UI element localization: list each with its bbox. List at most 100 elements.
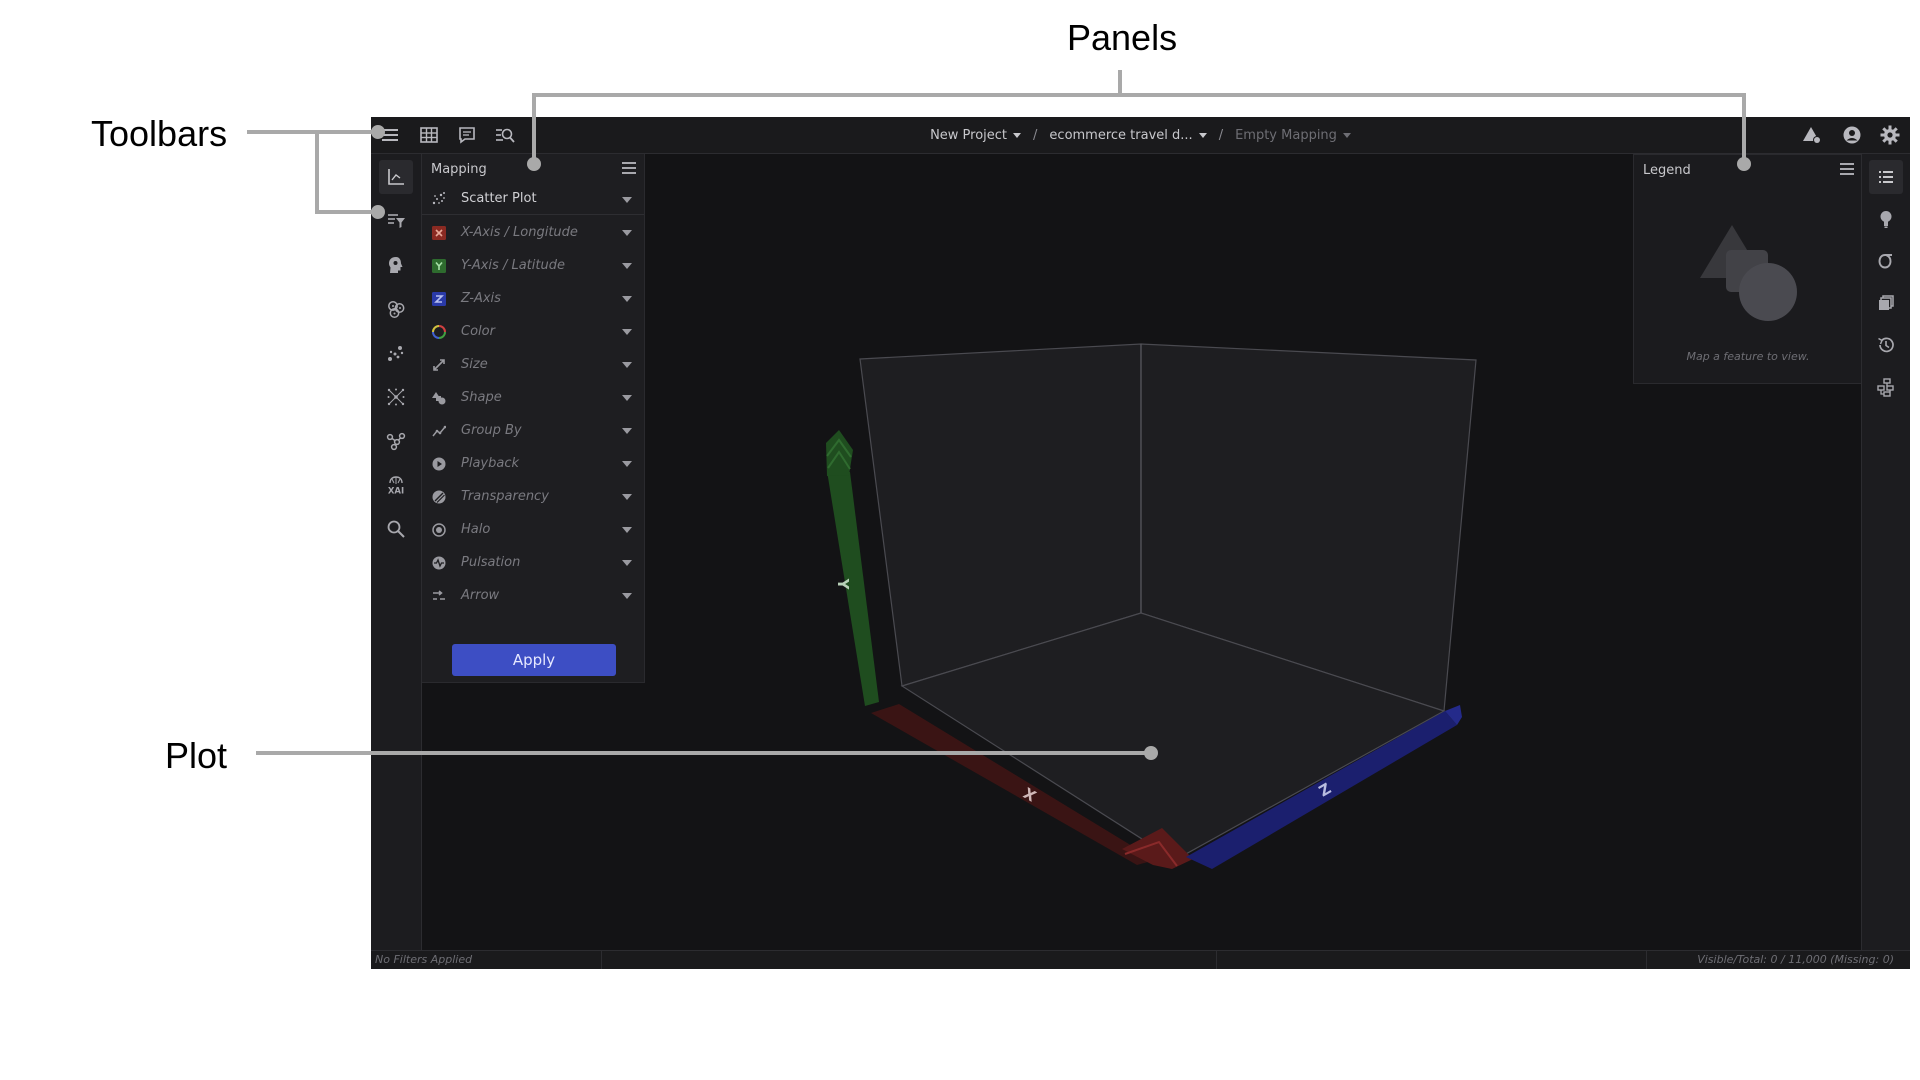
chevron-down-icon bbox=[622, 230, 632, 236]
mapping-row-y-axis[interactable]: Y-Axis / Latitude bbox=[422, 249, 644, 282]
mapping-row-x-axis[interactable]: X-Axis / Longitude bbox=[422, 216, 644, 249]
shapes-alert-icon[interactable] bbox=[1802, 125, 1822, 145]
mapping-row-transparency[interactable]: Transparency bbox=[422, 480, 644, 513]
mapping-selector[interactable]: Empty Mapping bbox=[1235, 128, 1351, 143]
chevron-down-icon bbox=[1342, 132, 1351, 138]
mapping-row-label: Arrow bbox=[461, 588, 500, 603]
mapping-row-label: Pulsation bbox=[461, 555, 521, 570]
ai-assistant-button[interactable] bbox=[379, 248, 413, 282]
project-selector[interactable]: New Project bbox=[930, 127, 1022, 143]
mapping-row-halo[interactable]: Halo bbox=[422, 513, 644, 546]
mapping-row-label: Color bbox=[461, 324, 495, 339]
mapping-panel: Mapping Scatter Plot X-Axis / Longitude … bbox=[422, 154, 645, 683]
project-name: New Project bbox=[930, 127, 1008, 143]
chevron-down-icon bbox=[622, 197, 632, 203]
mapping-row-pulsation[interactable]: Pulsation bbox=[422, 546, 644, 579]
graph-button[interactable] bbox=[379, 424, 413, 458]
mapping-row-z-axis[interactable]: Z-Axis bbox=[422, 282, 644, 315]
resize-icon bbox=[433, 359, 445, 371]
transparency-icon bbox=[432, 490, 446, 504]
legend-panel: Legend Map a feature to view. bbox=[1633, 154, 1863, 384]
history-icon bbox=[1878, 337, 1894, 353]
mapping-row-color[interactable]: Color bbox=[422, 315, 644, 348]
chevron-down-icon bbox=[622, 296, 632, 302]
chevron-down-icon bbox=[622, 527, 632, 533]
insight-bulb-icon bbox=[1880, 211, 1892, 228]
mapping-row-label: Z-Axis bbox=[461, 291, 501, 306]
svg-text:XAI: XAI bbox=[388, 487, 404, 496]
account-icon[interactable] bbox=[1842, 125, 1862, 145]
right-toolbar bbox=[1861, 154, 1910, 951]
chevron-down-icon bbox=[622, 362, 632, 368]
scatter-icon bbox=[388, 346, 404, 361]
graph-icon bbox=[386, 432, 406, 451]
axis-chart-button[interactable] bbox=[379, 160, 413, 194]
legend-list-icon bbox=[1879, 171, 1893, 183]
breadcrumb: New Project / ecommerce travel d... / Em… bbox=[371, 117, 1910, 153]
chevron-down-icon bbox=[622, 461, 632, 467]
search-button[interactable] bbox=[379, 512, 413, 546]
network-button[interactable] bbox=[379, 380, 413, 414]
legend-button[interactable] bbox=[1869, 160, 1903, 194]
statistics-button[interactable] bbox=[1869, 244, 1903, 278]
network-icon bbox=[387, 388, 405, 406]
shapes-icon bbox=[432, 392, 446, 405]
mapping-row-playback[interactable]: Playback bbox=[422, 447, 644, 480]
chevron-down-icon bbox=[622, 329, 632, 335]
plot-type-selector[interactable]: Scatter Plot bbox=[422, 184, 644, 215]
insights-button[interactable] bbox=[1869, 202, 1903, 236]
chevron-down-icon bbox=[1013, 132, 1022, 138]
scatter-button[interactable] bbox=[379, 336, 413, 370]
arrow-icon bbox=[433, 590, 445, 600]
chevron-down-icon bbox=[622, 560, 632, 566]
z-axis-icon bbox=[432, 292, 446, 306]
mapping-row-label: Y-Axis / Latitude bbox=[461, 258, 565, 273]
chevron-down-icon bbox=[622, 263, 632, 269]
chevron-down-icon bbox=[1198, 132, 1207, 138]
mapping-menu-icon[interactable] bbox=[622, 162, 636, 174]
hierarchy-icon bbox=[1877, 378, 1894, 397]
layers-button[interactable] bbox=[1869, 286, 1903, 320]
chevron-down-icon bbox=[622, 494, 632, 500]
mapping-row-arrow[interactable]: Arrow bbox=[422, 579, 644, 612]
group-by-icon bbox=[432, 425, 446, 437]
mapping-row-size[interactable]: Size bbox=[422, 348, 644, 381]
cluster-icon bbox=[388, 301, 405, 318]
mapping-row-label: Playback bbox=[461, 456, 520, 471]
y-axis-label: Y bbox=[834, 578, 852, 591]
panels-callout: Panels bbox=[1067, 17, 1178, 58]
mapping-row-shape[interactable]: Shape bbox=[422, 381, 644, 414]
mapping-panel-title: Mapping bbox=[431, 162, 487, 177]
chevron-down-icon bbox=[622, 395, 632, 401]
history-button[interactable] bbox=[1869, 328, 1903, 362]
xai-button[interactable]: XAI bbox=[379, 468, 413, 502]
breadcrumb-separator: / bbox=[1033, 127, 1038, 143]
y-axis-icon bbox=[432, 259, 446, 273]
dataset-name: ecommerce travel d... bbox=[1049, 127, 1193, 143]
scatter-plot-icon bbox=[432, 192, 445, 205]
xai-icon: XAI bbox=[388, 476, 404, 496]
app-window: New Project / ecommerce travel d... / Em… bbox=[371, 117, 1910, 969]
play-icon bbox=[432, 457, 446, 471]
legend-panel-title: Legend bbox=[1643, 163, 1691, 178]
legend-placeholder-shapes-icon bbox=[1700, 225, 1797, 321]
left-toolbar: XAI bbox=[371, 154, 422, 951]
filter-button[interactable] bbox=[379, 204, 413, 238]
pulsation-icon bbox=[432, 556, 446, 570]
legend-menu-icon[interactable] bbox=[1840, 163, 1854, 175]
gear-icon[interactable] bbox=[1880, 125, 1900, 145]
apply-button[interactable]: Apply bbox=[452, 644, 616, 676]
x-axis-icon bbox=[432, 226, 446, 240]
mapping-row-label: Halo bbox=[461, 522, 491, 537]
plot-type-label: Scatter Plot bbox=[461, 191, 537, 206]
search-icon bbox=[387, 520, 405, 538]
hierarchy-button[interactable] bbox=[1869, 370, 1903, 404]
top-toolbar: New Project / ecommerce travel d... / Em… bbox=[371, 117, 1910, 154]
cluster-button[interactable] bbox=[379, 292, 413, 326]
sigma-icon bbox=[1878, 254, 1892, 269]
dataset-selector[interactable]: ecommerce travel d... bbox=[1049, 127, 1207, 143]
mapping-row-group-by[interactable]: Group By bbox=[422, 414, 644, 447]
status-bar: No Filters Applied Visible/Total: 0 / 11… bbox=[371, 950, 1910, 969]
chevron-down-icon bbox=[622, 428, 632, 434]
plot-callout: Plot bbox=[165, 735, 228, 776]
